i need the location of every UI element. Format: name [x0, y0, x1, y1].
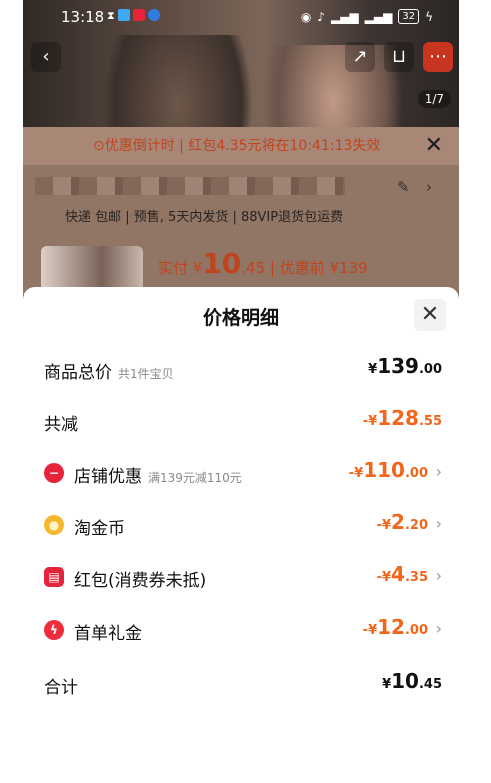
countdown-text: ⊙优惠倒计时 | 红包4.35元将在10:41:13失效 [93, 138, 381, 154]
mute-icon: ♪ [317, 9, 325, 24]
blurred-address [35, 177, 345, 195]
row-label: 首单礼金 [74, 624, 142, 644]
red-packet-icon: ▤ [44, 567, 64, 587]
discount-rule: 满139元减110元 [148, 471, 242, 485]
back-button[interactable]: ‹ [31, 42, 61, 72]
sheet-title: 价格明细 [202, 307, 279, 329]
payable-price: 实付 ¥10.45 | 优惠前 ¥139 [158, 247, 368, 280]
red-packet-row[interactable]: ▤ 红包(消费券未抵) -¥4.35 › [44, 561, 442, 591]
charging-icon: ϟ [425, 9, 433, 24]
chevron-right-icon: › [435, 514, 442, 533]
hourglass-icon: ⧗ [107, 9, 115, 22]
row-amount: -¥110.00 [348, 458, 428, 482]
row-amount: -¥12.00 [362, 615, 428, 639]
shipping-info: 快递 包邮 | 预售, 5天内发货 | 88VIP退货包运费 [65, 210, 344, 225]
row-label: 红包(消费券未抵) [74, 571, 207, 591]
row-amount: ¥10.45 [382, 669, 442, 693]
payable-dec: .45 [241, 259, 266, 277]
row-amount: -¥4.35 [376, 562, 428, 586]
status-bar: 13:18 ⧗ ◉ ♪ ▂▄▆ ▂▄▆ 32 ϟ [23, 0, 459, 34]
row-label: 店铺优惠 满139元减110元 [74, 467, 242, 487]
total-goods-row: 商品总价 共1件宝贝 ¥139.00 [44, 353, 442, 383]
app-notification-icon [132, 9, 145, 21]
eye-icon: ◉ [300, 9, 312, 24]
more-button[interactable]: ⋯ [423, 42, 453, 72]
row-label: 共减 [44, 415, 78, 435]
grand-total-row: 合计 ¥10.45 [44, 668, 442, 698]
row-label: 淘金币 [74, 519, 125, 539]
chevron-right-icon: › [435, 566, 442, 585]
system-indicators: ◉ ♪ ▂▄▆ ▂▄▆ 32 ϟ [301, 9, 433, 24]
store-coupon-icon: − [44, 463, 64, 483]
notification-icons: ⧗ [107, 9, 160, 23]
lightning-icon: ϟ [44, 620, 64, 640]
image-pager: 1/7 [417, 90, 451, 108]
status-time: 13:18 [61, 8, 105, 26]
total-discount-row: 共减 -¥128.55 [44, 405, 442, 435]
row-amount: ¥139.00 [368, 354, 442, 378]
app-notification-icon [117, 9, 130, 21]
item-count: 共1件宝贝 [118, 367, 174, 381]
first-order-gift-row[interactable]: ϟ 首单礼金 -¥12.00 › [44, 614, 442, 644]
chevron-right-icon[interactable]: › [426, 178, 432, 196]
cart-button[interactable]: ⊔ [384, 42, 414, 72]
row-amount: -¥128.55 [362, 406, 442, 430]
price-before-discount: | 优惠前 ¥139 [265, 259, 368, 277]
gold-coin-icon: ● [44, 515, 64, 535]
price-detail-sheet: 价格明细 ✕ 商品总价 共1件宝贝 ¥139.00 共减 -¥128.55 − 店… [23, 287, 459, 783]
chevron-right-icon: › [435, 462, 442, 481]
row-label: 商品总价 共1件宝贝 [44, 363, 174, 383]
app-notification-icon [147, 9, 160, 21]
countdown-banner: ⊙优惠倒计时 | 红包4.35元将在10:41:13失效 ✕ [23, 127, 459, 165]
chevron-right-icon: › [435, 619, 442, 638]
row-amount: -¥2.20 [376, 510, 428, 534]
close-icon[interactable]: ✕ [425, 127, 443, 165]
row-label: 合计 [44, 678, 78, 698]
close-button[interactable]: ✕ [414, 299, 446, 331]
share-button[interactable]: ↗ [345, 42, 375, 72]
edit-icon[interactable]: ✎ [397, 178, 410, 196]
phone-screen: 13:18 ⧗ ◉ ♪ ▂▄▆ ▂▄▆ 32 ϟ ‹ ↗ ⊔ ⋯ 1/7 ⊙优惠… [23, 0, 459, 783]
signal-icon: ▂▄▆ [330, 9, 359, 24]
payable-int: 10 [202, 247, 242, 280]
store-discount-row[interactable]: − 店铺优惠 满139元减110元 -¥110.00 › [44, 457, 442, 487]
battery-icon: 32 [398, 9, 420, 24]
signal-icon: ▂▄▆ [364, 9, 393, 24]
payable-label: 实付 ¥ [158, 259, 203, 277]
gold-coin-row[interactable]: ● 淘金币 -¥2.20 › [44, 509, 442, 539]
